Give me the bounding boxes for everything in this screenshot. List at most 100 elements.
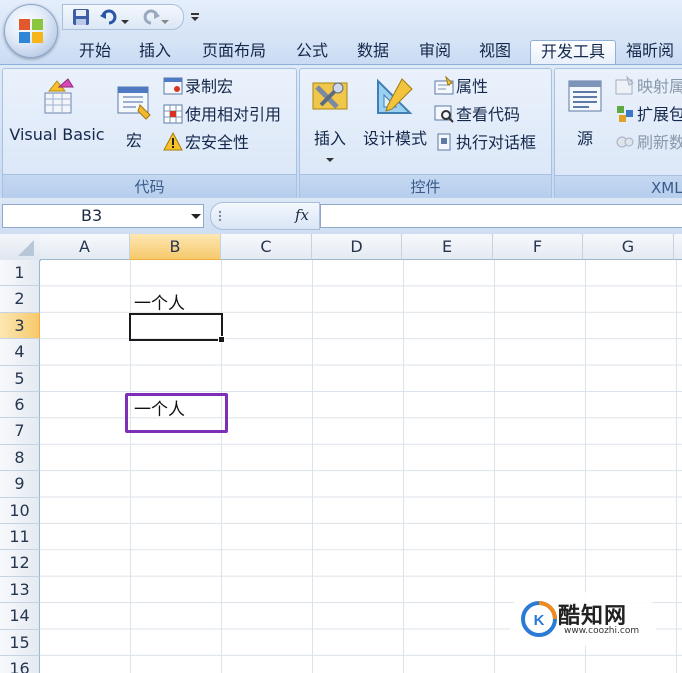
macro-security-button[interactable]: 宏安全性 (163, 131, 249, 155)
row-header-6[interactable]: 6 (0, 392, 40, 419)
tab-formulas[interactable]: 公式 (287, 40, 337, 62)
row-header-3[interactable]: 3 (0, 312, 40, 340)
customize-qat-icon[interactable] (190, 8, 200, 27)
highlight-annotation-box (125, 393, 228, 433)
column-header-a[interactable]: A (40, 234, 130, 260)
insert-controls-icon (312, 82, 348, 110)
redo-dropdown-icon[interactable] (161, 11, 169, 31)
record-macro-button[interactable]: 录制宏 (163, 75, 233, 99)
row-header-16[interactable]: 16 (0, 656, 40, 673)
visual-basic-label: Visual Basic (9, 125, 105, 144)
resize-handle-icon[interactable] (217, 208, 223, 227)
group-controls-label: 控件 (300, 174, 551, 199)
row-header-13[interactable]: 13 (0, 576, 40, 604)
source-button[interactable]: 源 (557, 75, 613, 149)
tab-review[interactable]: 审阅 (410, 40, 460, 62)
insert-function-button[interactable]: fx (295, 206, 309, 224)
macro-security-label: 宏安全性 (185, 133, 250, 152)
group-xml: 源 映射属 扩展包 刷新数 XML (554, 68, 682, 200)
column-header-d[interactable]: D (312, 234, 402, 260)
map-properties-button[interactable]: 映射属 (615, 75, 682, 99)
record-macro-label: 录制宏 (185, 77, 234, 96)
column-header-next[interactable] (674, 234, 682, 260)
row-header-1[interactable]: 1 (0, 260, 40, 287)
expansion-packs-button[interactable]: 扩展包 (615, 103, 682, 127)
tab-page-layout[interactable]: 页面布局 (193, 40, 275, 62)
map-properties-icon (615, 76, 634, 95)
insert-control-label: 插入 (313, 129, 346, 148)
row-header-7[interactable]: 7 (0, 418, 40, 445)
select-all-triangle-icon (18, 240, 34, 256)
row-header-5[interactable]: 5 (0, 365, 40, 392)
formula-bar: B3 fx (0, 198, 682, 234)
undo-icon[interactable] (99, 7, 121, 27)
coozhi-logo-icon: K (521, 601, 557, 637)
row-header-15[interactable]: 15 (0, 629, 40, 656)
properties-button[interactable]: 属性 (434, 75, 488, 99)
run-dialog-icon (437, 133, 451, 151)
save-icon[interactable] (71, 7, 91, 27)
insert-control-button[interactable]: 插入 (304, 75, 356, 168)
macros-label: 宏 (125, 131, 142, 150)
formula-input[interactable] (320, 204, 682, 228)
tab-foxit-reader[interactable]: 福昕阅 (626, 40, 682, 62)
visual-basic-button[interactable]: Visual Basic (5, 75, 109, 144)
tab-developer[interactable]: 开发工具 (530, 40, 616, 66)
run-dialog-button[interactable]: 执行对话框 (434, 131, 536, 155)
column-header-f[interactable]: F (493, 234, 583, 260)
row-header-10[interactable]: 10 (0, 497, 40, 524)
tab-view[interactable]: 视图 (470, 40, 520, 62)
ribbon: Visual Basic 宏 录制宏 使用相对引用 宏安全性 代码 插入 设计模… (0, 64, 682, 200)
watermark-url: www.coozhi.com (564, 626, 640, 636)
design-mode-button[interactable]: 设计模式 (358, 75, 432, 149)
watermark: K 酷知网 www.coozhi.com (508, 592, 658, 646)
column-header-c[interactable]: C (221, 234, 312, 260)
name-box-dropdown-icon[interactable] (191, 205, 201, 235)
insert-dropdown-icon (326, 158, 334, 162)
expansion-packs-label: 扩展包 (637, 105, 682, 124)
macros-button[interactable]: 宏 (109, 83, 159, 151)
svg-text:K: K (534, 612, 545, 629)
row-header-12[interactable]: 12 (0, 550, 40, 577)
fill-handle[interactable] (218, 336, 225, 343)
run-dialog-label: 执行对话框 (456, 133, 537, 152)
properties-icon (434, 76, 454, 95)
warning-icon (163, 132, 183, 151)
office-button[interactable] (4, 4, 58, 58)
design-mode-label: 设计模式 (362, 129, 427, 148)
select-all-button[interactable] (0, 234, 41, 261)
tab-home[interactable]: 开始 (70, 40, 120, 62)
name-box[interactable]: B3 (2, 204, 204, 228)
row-header-11[interactable]: 11 (0, 524, 40, 551)
row-header-9[interactable]: 9 (0, 471, 40, 498)
group-xml-label: XML (555, 175, 682, 199)
view-code-button[interactable]: 查看代码 (434, 103, 520, 127)
use-relative-references-button[interactable]: 使用相对引用 (163, 103, 281, 127)
ribbon-tabs: 开始 插入 页面布局 公式 数据 审阅 视图 开发工具 福昕阅 (0, 38, 682, 66)
record-macro-icon (163, 77, 183, 95)
row-header-4[interactable]: 4 (0, 339, 40, 366)
undo-dropdown-icon[interactable] (121, 11, 129, 31)
refresh-data-label: 刷新数 (637, 133, 682, 152)
column-header-b[interactable]: B (130, 234, 221, 260)
group-code: Visual Basic 宏 录制宏 使用相对引用 宏安全性 代码 (2, 68, 297, 200)
row-header-2[interactable]: 2 (0, 286, 40, 313)
row-header-8[interactable]: 8 (0, 444, 40, 472)
active-cell-b3[interactable] (129, 313, 223, 341)
redo-icon[interactable] (139, 7, 161, 27)
refresh-data-button[interactable]: 刷新数 (615, 131, 682, 155)
group-code-label: 代码 (3, 174, 296, 199)
view-code-label: 查看代码 (456, 105, 521, 124)
visual-basic-icon (44, 78, 74, 114)
xml-source-icon (568, 80, 602, 112)
column-header-e[interactable]: E (402, 234, 493, 260)
source-label: 源 (576, 129, 593, 148)
tab-data[interactable]: 数据 (348, 40, 398, 62)
tab-insert[interactable]: 插入 (130, 40, 180, 62)
office-logo-icon (19, 19, 43, 43)
column-header-g[interactable]: G (583, 234, 674, 260)
map-properties-label: 映射属 (637, 77, 682, 96)
row-header-14[interactable]: 14 (0, 603, 40, 630)
quick-access-toolbar (62, 4, 184, 30)
cell-b2[interactable]: 一个人 (134, 289, 185, 314)
